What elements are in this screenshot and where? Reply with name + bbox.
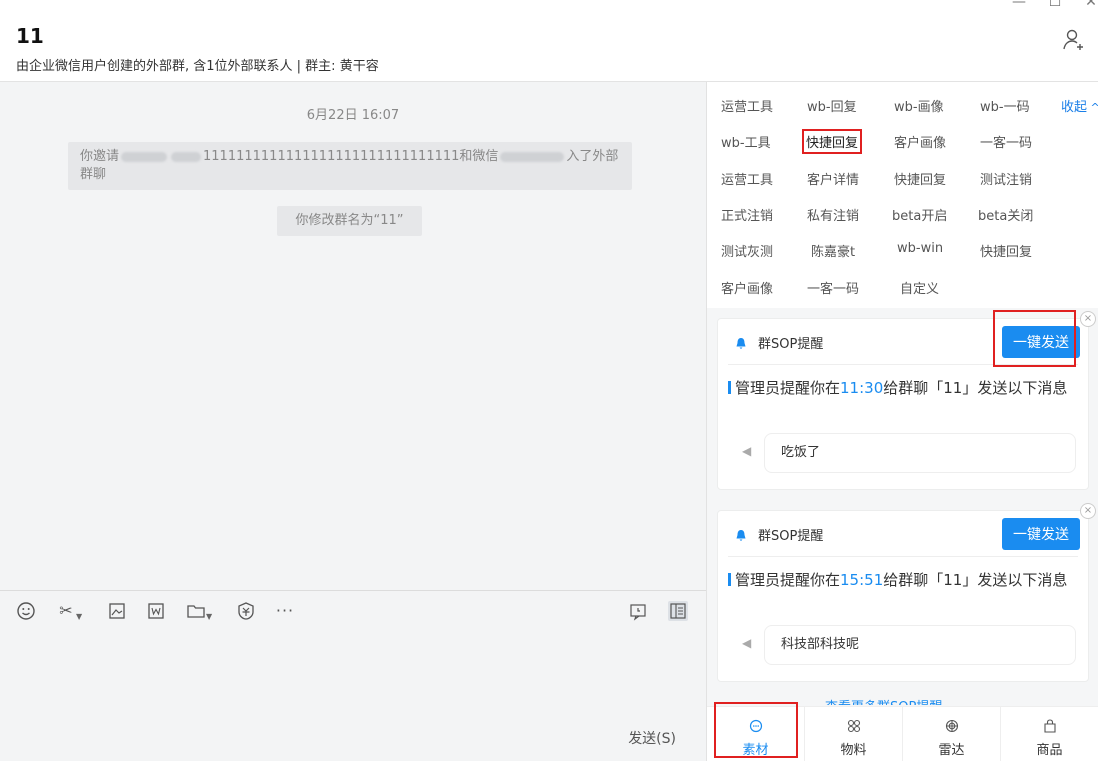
tool-item[interactable]: wb-画像 (894, 96, 944, 115)
message-item[interactable]: 吃饭了 (764, 433, 1076, 473)
msg-post: 给群聊「11」发送以下消息 (883, 571, 1068, 589)
card-title: 群SOP提醒 (758, 529, 824, 544)
tool-item[interactable]: 正式注销 (721, 205, 773, 224)
nav-item-products[interactable]: 商品 (1001, 707, 1098, 761)
redacted-name (121, 151, 168, 162)
tool-item[interactable]: beta关闭 (978, 205, 1033, 224)
tool-item[interactable]: 陈嘉豪t (811, 241, 855, 260)
msg-post: 给群聊「11」发送以下消息 (883, 379, 1068, 397)
add-member-icon[interactable] (1062, 28, 1086, 52)
tool-item[interactable]: 测试灰测 (721, 241, 773, 260)
collapse-link[interactable]: 收起 ^ (1061, 96, 1098, 115)
window-controls: — ☐ ✕ (1012, 0, 1098, 10)
red-packet-icon[interactable] (236, 601, 256, 621)
tool-item[interactable]: wb-一码 (980, 96, 1030, 115)
accent-bar (728, 381, 731, 394)
tool-item[interactable]: wb-win (897, 241, 943, 256)
tool-item[interactable]: 快捷回复 (980, 241, 1032, 260)
close-icon[interactable]: × (1080, 503, 1096, 519)
chevron-down-icon: ▼ (206, 612, 213, 621)
message-item[interactable]: 科技部科技呢 (764, 625, 1076, 665)
chevron-down-icon: ▼ (76, 612, 83, 621)
image-icon[interactable] (107, 601, 127, 621)
document-icon[interactable] (146, 601, 166, 621)
message-timestamp: 6月22日 16:07 (306, 108, 400, 123)
reminder-time: 11:30 (840, 379, 884, 397)
reminder-time: 15:51 (840, 571, 884, 589)
nav-label: 雷达 (938, 743, 965, 758)
chat-messages: 6月22日 16:07 你邀请 1111111111111111111111111… (0, 82, 706, 590)
collapse-label: 收起 (1061, 100, 1088, 115)
tool-item[interactable]: wb-回复 (807, 96, 857, 115)
system-message-invite: 你邀请 1111111111111111111111111111111和微信 入了外… (68, 142, 632, 190)
divider (728, 556, 1078, 557)
tool-item[interactable]: 客户画像 (721, 278, 773, 297)
group-subtitle: 由企业微信用户创建的外部群, 含1位外部联系人 | 群主: 黄干容 (16, 59, 379, 74)
msg-pre: 管理员提醒你在 (735, 379, 841, 397)
redacted-name (500, 151, 565, 162)
minimize-button[interactable]: — (1012, 0, 1026, 10)
send-button[interactable]: 发送(S) (622, 727, 682, 749)
send-icon[interactable]: ◀ (742, 636, 751, 650)
tool-item[interactable]: 运营工具 (721, 169, 773, 188)
reminder-text: 管理员提醒你在15:51给群聊「11」发送以下消息 (728, 569, 1073, 591)
folder-icon[interactable]: ▼ (186, 601, 212, 621)
quick-tools-grid: 运营工具 wb-回复 wb-画像 wb-一码 收起 ^ wb-工具 快捷回复 客… (707, 82, 1098, 308)
nav-item-radar[interactable]: 雷达 (903, 707, 1001, 761)
bell-icon (736, 338, 746, 349)
nav-label: 物料 (840, 743, 867, 758)
view-more-link[interactable]: 查看更多群SOP提醒 (825, 695, 942, 705)
tool-item[interactable]: wb-工具 (721, 132, 771, 151)
sidebar-toggle-icon[interactable] (668, 601, 688, 621)
bag-icon (1001, 719, 1098, 737)
close-button[interactable]: ✕ (1084, 0, 1098, 10)
more-icon[interactable]: ··· (275, 601, 295, 621)
tool-item[interactable]: 快捷回复 (894, 169, 946, 188)
message-input[interactable]: 发送(S) (0, 630, 706, 761)
chat-header: — ☐ ✕ 11 由企业微信用户创建的外部群, 含1位外部联系人 | 群主: 黄… (0, 0, 1098, 82)
tool-item[interactable]: 一客一码 (980, 132, 1032, 151)
tool-item[interactable]: 测试注销 (980, 169, 1032, 188)
maximize-button[interactable]: ☐ (1048, 0, 1062, 10)
reminder-text: 管理员提醒你在11:30给群聊「11」发送以下消息 (728, 377, 1073, 399)
send-icon[interactable]: ◀ (742, 444, 751, 458)
tool-item[interactable]: 私有注销 (807, 205, 859, 224)
tool-item[interactable]: beta开启 (892, 205, 947, 224)
system-message-rename: 你修改群名为“11” (277, 206, 422, 236)
tool-item[interactable]: 自定义 (900, 278, 939, 297)
close-icon[interactable]: × (1080, 311, 1096, 327)
tool-item[interactable]: 运营工具 (721, 96, 773, 115)
tool-item[interactable]: 一客一码 (807, 278, 859, 297)
chevron-up-icon: ^ (1090, 101, 1098, 114)
redacted-name (171, 151, 202, 162)
tool-item[interactable]: 客户详情 (807, 169, 859, 188)
grid-icon (805, 719, 902, 737)
composer-toolbar: ✂ ▼ ▼ ··· (0, 590, 706, 630)
msg-pre: 管理员提醒你在 (735, 571, 841, 589)
assistant-panel: 运营工具 wb-回复 wb-画像 wb-一码 收起 ^ wb-工具 快捷回复 客… (707, 82, 1098, 761)
nav-item-supplies[interactable]: 物料 (805, 707, 903, 761)
tool-item[interactable]: 客户画像 (894, 132, 946, 151)
emoji-icon[interactable] (16, 601, 36, 621)
send-all-button[interactable]: 一键发送 (1002, 518, 1080, 550)
nav-label: 商品 (1036, 743, 1063, 758)
radar-icon (903, 719, 1000, 737)
group-title: 11 (16, 24, 44, 48)
invite-text-mid: 1111111111111111111111111111111和微信 (203, 149, 499, 164)
tool-item-highlighted[interactable]: 快捷回复 (802, 129, 863, 154)
sop-reminder-card: × 群SOP提醒 一键发送 管理员提醒你在15:51给群聊「11」发送以下消息 … (717, 503, 1096, 682)
highlight-box-materials-tab (714, 702, 798, 758)
accent-bar (728, 573, 731, 586)
invite-text-pre: 你邀请 (80, 149, 120, 164)
highlight-box-send-all (993, 310, 1076, 367)
card-title: 群SOP提醒 (758, 337, 824, 352)
bell-icon (736, 530, 746, 541)
history-icon[interactable] (628, 601, 648, 621)
scissors-icon[interactable]: ✂ ▼ (56, 601, 82, 621)
